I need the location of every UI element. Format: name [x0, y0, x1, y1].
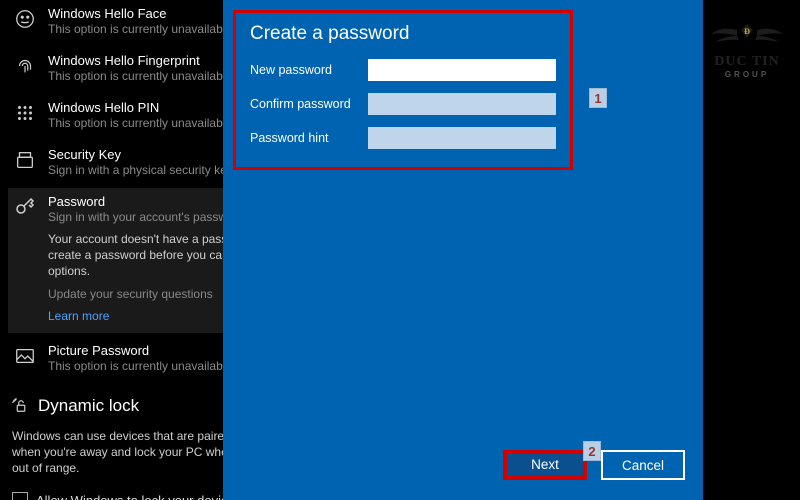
- cancel-button[interactable]: Cancel: [601, 450, 685, 480]
- create-password-dialog: Create a password New password Confirm p…: [223, 0, 703, 500]
- annotation-badge-1: 1: [589, 88, 607, 108]
- dynamic-lock-title: Dynamic lock: [38, 396, 139, 416]
- fingerprint-icon: [12, 53, 38, 79]
- usb-key-icon: [12, 147, 38, 173]
- password-hint-row: Password hint: [250, 127, 556, 149]
- ductin-watermark: Đ DUC TIN GROUP: [704, 20, 790, 79]
- password-hint-input[interactable]: [368, 127, 556, 149]
- picture-icon: [12, 343, 38, 369]
- form-highlight-box: Create a password New password Confirm p…: [233, 10, 573, 170]
- wings-icon: Đ: [704, 20, 790, 52]
- pin-keypad-icon: [12, 100, 38, 126]
- svg-text:Đ: Đ: [744, 27, 750, 36]
- next-button[interactable]: Next: [503, 450, 587, 480]
- watermark-group: GROUP: [704, 70, 790, 79]
- new-password-input[interactable]: [368, 59, 556, 81]
- watermark-brand: DUC TIN: [704, 54, 790, 70]
- confirm-password-label: Confirm password: [250, 97, 358, 111]
- password-hint-label: Password hint: [250, 131, 358, 145]
- annotation-badge-2: 2: [583, 441, 601, 461]
- confirm-password-input[interactable]: [368, 93, 556, 115]
- lock-signal-icon: [12, 397, 30, 415]
- key-icon: [12, 194, 38, 220]
- new-password-row: New password: [250, 59, 556, 81]
- new-password-label: New password: [250, 63, 358, 77]
- face-icon: [12, 6, 38, 32]
- dialog-title: Create a password: [250, 23, 556, 45]
- confirm-password-row: Confirm password: [250, 93, 556, 115]
- checkbox-icon[interactable]: [12, 492, 28, 500]
